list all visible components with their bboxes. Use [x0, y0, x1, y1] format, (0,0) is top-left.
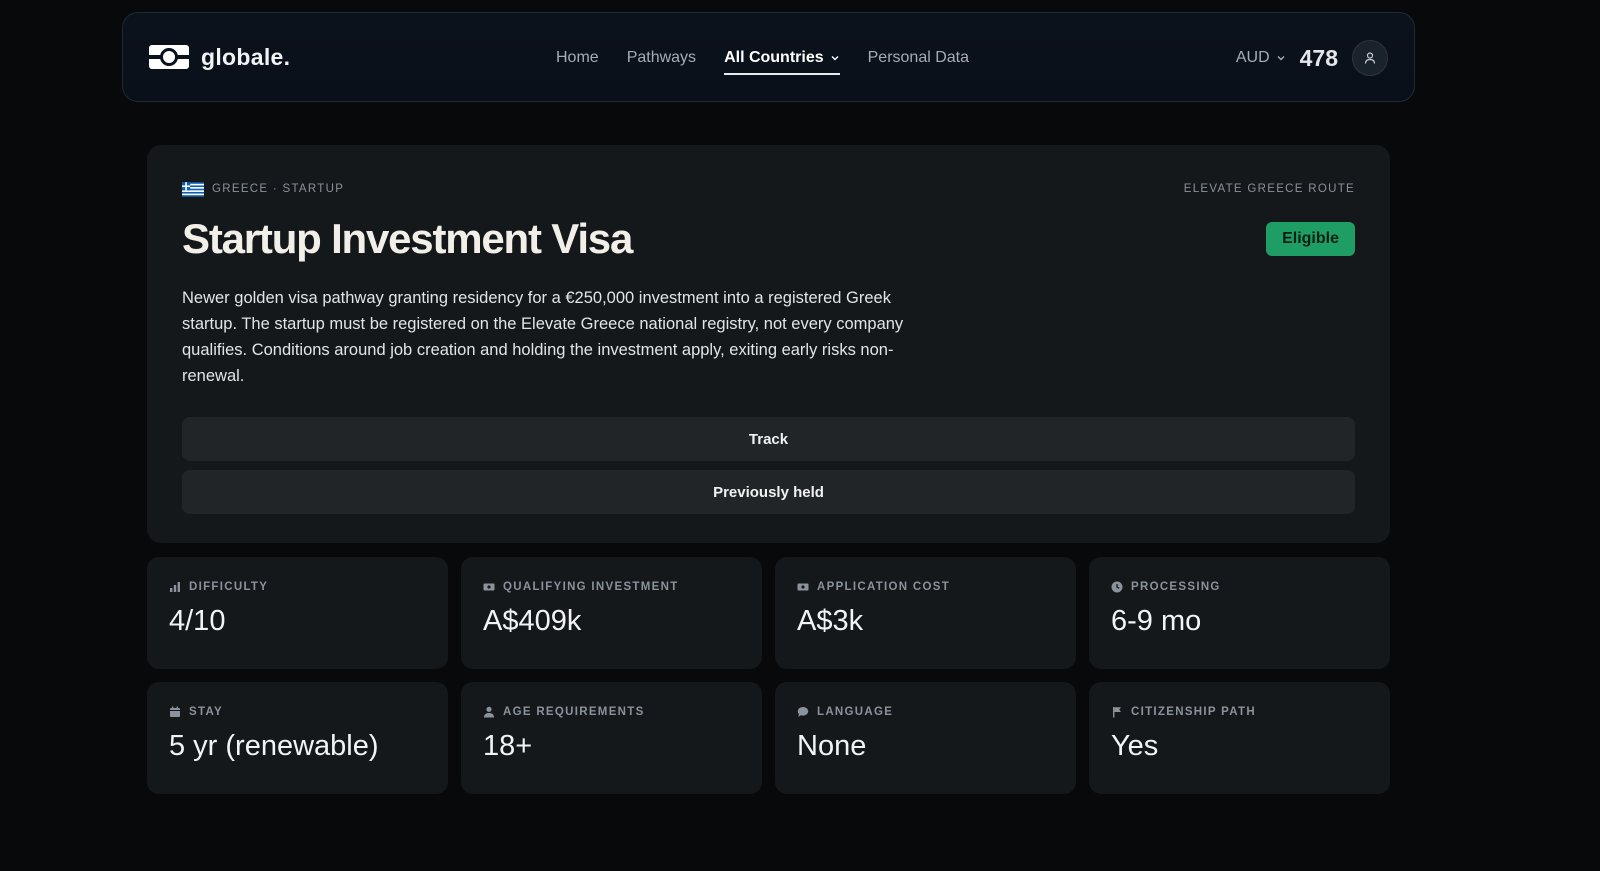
visa-title: Startup Investment Visa [182, 215, 633, 262]
stat-label-row: LANGUAGE [797, 706, 1054, 718]
stat-label-row: APPLICATION COST [797, 581, 1054, 593]
points-count: 478 [1299, 44, 1338, 71]
nav-link-personal-data[interactable]: Personal Data [868, 49, 969, 67]
stat-card-age-requirements: AGE REQUIREMENTS 18+ [461, 682, 762, 794]
nav-link-pathways[interactable]: Pathways [627, 49, 696, 67]
speech-bubble-icon [797, 707, 809, 717]
previously-held-button[interactable]: Previously held [182, 470, 1355, 514]
stat-card-processing: PROCESSING 6-9 mo [1089, 557, 1390, 669]
calendar-icon [170, 706, 180, 717]
title-row: Startup Investment Visa Eligible [182, 211, 1355, 267]
visa-stats-grid: DIFFICULTY 4/10 QUALIFYING INVESTMENT A$… [147, 557, 1390, 794]
stat-card-citizenship-path: CITIZENSHIP PATH Yes [1089, 682, 1390, 794]
stat-label-row: QUALIFYING INVESTMENT [483, 581, 740, 593]
stat-value: A$409k [483, 605, 582, 637]
stat-label: PROCESSING [1131, 581, 1221, 593]
flag-icon [1113, 707, 1121, 718]
country-category-label: GREECE · STARTUP [212, 183, 345, 195]
stat-value: 6-9 mo [1111, 605, 1202, 637]
track-button[interactable]: Track [182, 417, 1355, 461]
stat-label-row: STAY [169, 706, 426, 718]
clock-icon [1111, 581, 1123, 593]
hero-top-row: GREECE · STARTUP ELEVATE GREECE ROUTE [182, 181, 1355, 197]
chevron-down-icon [831, 56, 839, 61]
stat-value: 5 yr (renewable) [169, 730, 379, 762]
stat-value: Yes [1111, 730, 1159, 762]
main-nav: Home Pathways All Countries Personal Dat… [556, 13, 969, 103]
stat-label: STAY [189, 706, 223, 718]
stat-label: AGE REQUIREMENTS [503, 706, 645, 718]
stat-value: 18+ [483, 730, 533, 762]
top-navbar: globale. Home Pathways All Countries Per… [122, 12, 1415, 102]
nav-right: AUD 478 [1236, 13, 1388, 103]
person-icon [484, 706, 494, 718]
currency-label: AUD [1235, 49, 1270, 66]
user-icon [1364, 52, 1376, 64]
stat-card-application-cost: APPLICATION COST A$3k [775, 557, 1076, 669]
greece-flag-icon [182, 181, 204, 197]
nav-link-all-countries[interactable]: All Countries [724, 49, 840, 75]
user-avatar-button[interactable] [1352, 40, 1388, 76]
stat-card-qualifying-investment: QUALIFYING INVESTMENT A$409k [461, 557, 762, 669]
stat-label-row: DIFFICULTY [169, 581, 426, 593]
stat-value: A$3k [797, 605, 864, 637]
stat-card-stay: STAY 5 yr (renewable) [147, 682, 448, 794]
stat-label: LANGUAGE [817, 706, 894, 718]
stat-label-row: AGE REQUIREMENTS [483, 706, 740, 718]
route-tag: ELEVATE GREECE ROUTE [1183, 183, 1355, 195]
stat-value: 4/10 [169, 605, 226, 637]
nav-link-all-countries-label: All Countries [724, 49, 824, 66]
stat-label: CITIZENSHIP PATH [1131, 706, 1256, 718]
stat-label: APPLICATION COST [817, 581, 951, 593]
visa-hero-card: GREECE · STARTUP ELEVATE GREECE ROUTE St… [147, 145, 1390, 543]
cash-icon [797, 583, 809, 591]
eligibility-status-badge: Eligible [1266, 222, 1355, 256]
stat-card-difficulty: DIFFICULTY 4/10 [147, 557, 448, 669]
stat-label: DIFFICULTY [189, 581, 269, 593]
nav-link-home[interactable]: Home [556, 49, 599, 67]
visa-description: Newer golden visa pathway granting resid… [182, 289, 904, 385]
chevron-down-icon [1277, 56, 1285, 61]
cash-icon [483, 583, 495, 591]
stat-card-language: LANGUAGE None [775, 682, 1076, 794]
currency-selector[interactable]: AUD [1236, 49, 1286, 67]
logo[interactable]: globale. [149, 44, 290, 71]
stat-label-row: CITIZENSHIP PATH [1111, 706, 1368, 718]
logo-text: globale. [201, 43, 291, 70]
stat-value: None [797, 730, 867, 762]
country-breadcrumb: GREECE · STARTUP [182, 181, 345, 197]
stat-label: QUALIFYING INVESTMENT [503, 581, 679, 593]
bar-chart-icon [170, 582, 180, 592]
logo-mark-icon [149, 45, 189, 69]
stat-label-row: PROCESSING [1111, 581, 1368, 593]
